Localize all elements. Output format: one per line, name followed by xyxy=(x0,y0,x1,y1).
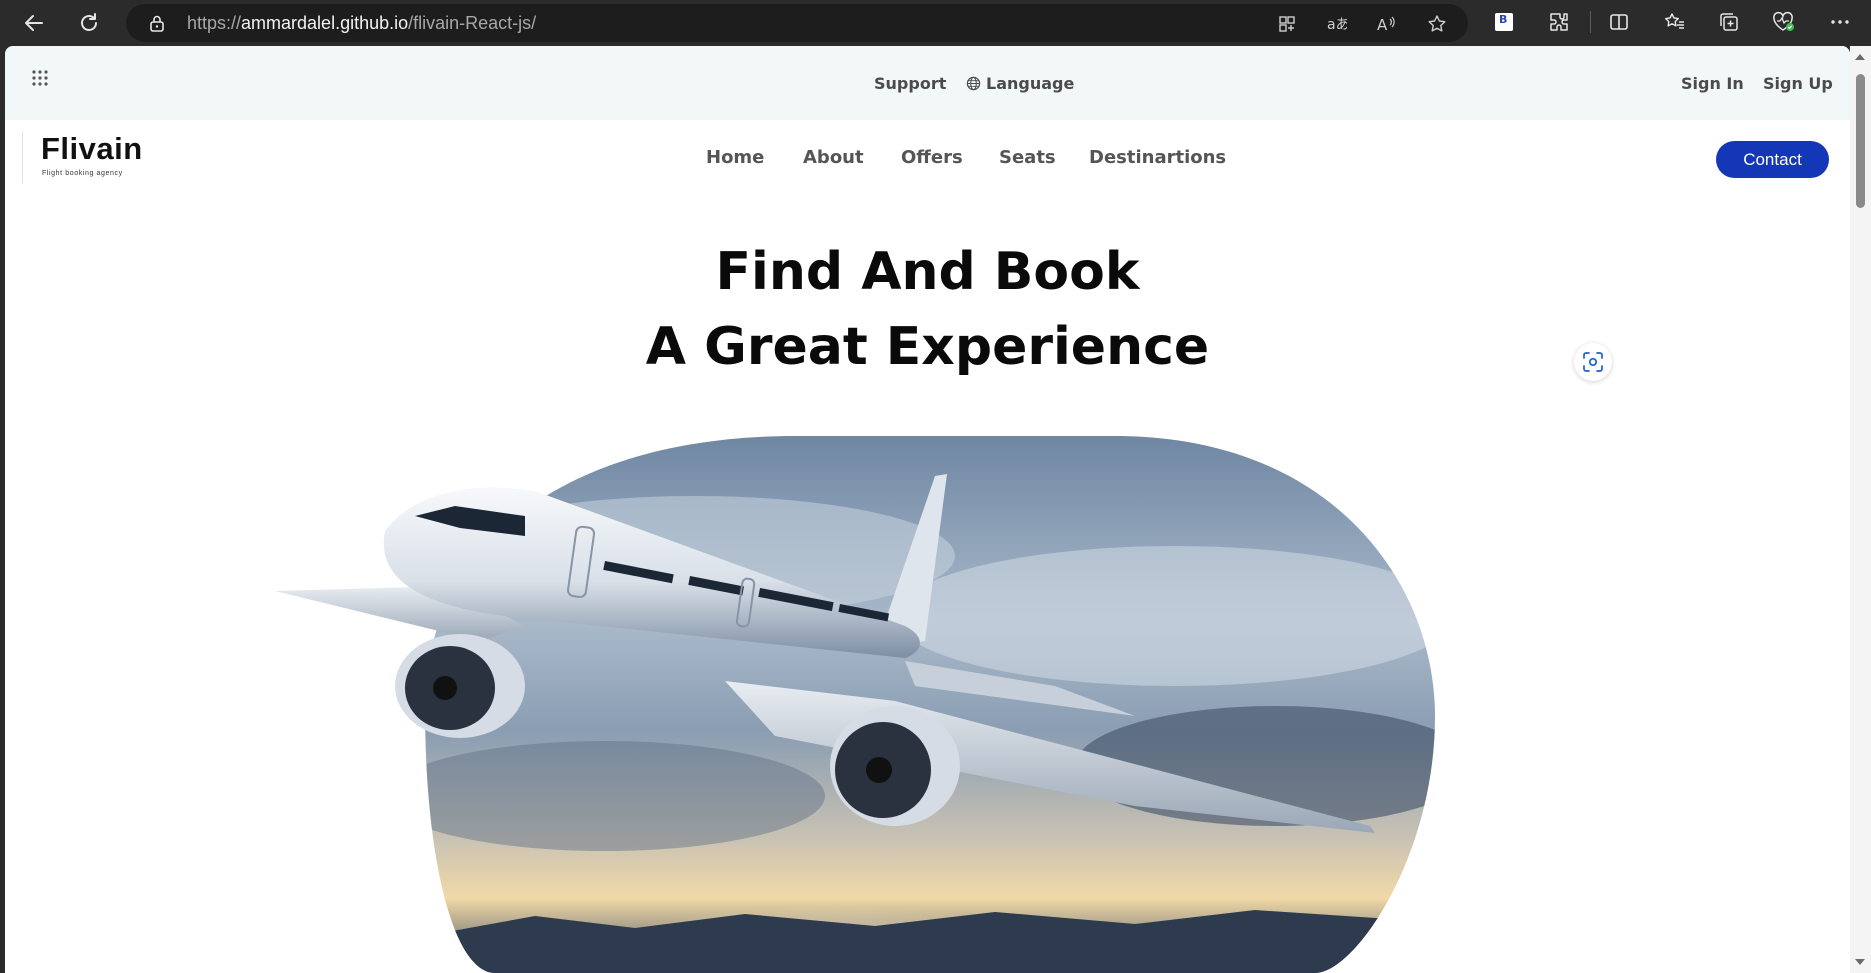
extension-b-icon[interactable]: B xyxy=(1491,9,1517,35)
split-screen-icon[interactable] xyxy=(1606,9,1632,35)
address-bar[interactable]: https://ammardalel.github.io/flivain-Rea… xyxy=(126,4,1468,42)
contact-button[interactable]: Contact xyxy=(1716,141,1829,178)
translate-icon[interactable]: aあ xyxy=(1326,13,1348,35)
app-available-icon[interactable] xyxy=(1276,13,1298,35)
hero-title-line-1: Find And Book xyxy=(715,242,1140,302)
hero-title-line-2: A Great Experience xyxy=(645,317,1210,377)
favorites-list-icon[interactable] xyxy=(1662,9,1688,35)
more-options-icon[interactable] xyxy=(1827,9,1853,35)
visual-search-icon[interactable] xyxy=(1574,343,1612,381)
logo-tagline: Flight booking agency xyxy=(42,170,123,177)
sign-up-link[interactable]: Sign Up xyxy=(1763,74,1833,93)
page-viewport: Support Language Sign In Sign Up Flivain… xyxy=(5,46,1850,973)
lock-icon[interactable] xyxy=(148,14,166,32)
brand-logo[interactable]: Flivain Flight booking agency xyxy=(22,131,142,183)
scroll-down-arrow-icon[interactable] xyxy=(1855,959,1865,965)
scroll-up-arrow-icon[interactable] xyxy=(1855,54,1865,60)
nav-seats[interactable]: Seats xyxy=(999,147,1056,168)
sign-in-link[interactable]: Sign In xyxy=(1681,74,1744,93)
collections-icon[interactable] xyxy=(1716,9,1742,35)
app-grid-icon[interactable] xyxy=(31,69,49,87)
support-link[interactable]: Support xyxy=(874,74,946,93)
browser-essentials-icon[interactable] xyxy=(1771,9,1797,35)
extensions-puzzle-icon[interactable] xyxy=(1546,9,1572,35)
hero-airplane-image xyxy=(275,436,1435,973)
toolbar-divider xyxy=(1590,11,1591,33)
globe-icon[interactable] xyxy=(966,76,981,91)
url-text[interactable]: https://ammardalel.github.io/flivain-Rea… xyxy=(187,13,536,34)
language-selector[interactable]: Language xyxy=(986,74,1074,93)
nav-destinations[interactable]: Destinartions xyxy=(1089,147,1226,168)
top-utility-bar: Support Language Sign In Sign Up xyxy=(5,46,1850,120)
nav-about[interactable]: About xyxy=(803,147,864,168)
svg-text:aあ: aあ xyxy=(1327,17,1347,33)
main-navbar: Flivain Flight booking agency Home About… xyxy=(5,120,1850,192)
refresh-icon[interactable] xyxy=(73,7,105,39)
page-scrollbar[interactable] xyxy=(1850,46,1871,973)
scrollbar-thumb[interactable] xyxy=(1856,74,1865,208)
logo-text: Flivain xyxy=(41,131,143,166)
svg-text:A: A xyxy=(1377,16,1388,33)
nav-home[interactable]: Home xyxy=(706,147,764,168)
favorite-star-icon[interactable] xyxy=(1426,13,1448,35)
nav-offers[interactable]: Offers xyxy=(901,147,963,168)
back-arrow-icon[interactable] xyxy=(18,7,50,39)
browser-toolbar: https://ammardalel.github.io/flivain-Rea… xyxy=(0,0,1871,46)
read-aloud-icon[interactable]: A xyxy=(1376,13,1398,35)
